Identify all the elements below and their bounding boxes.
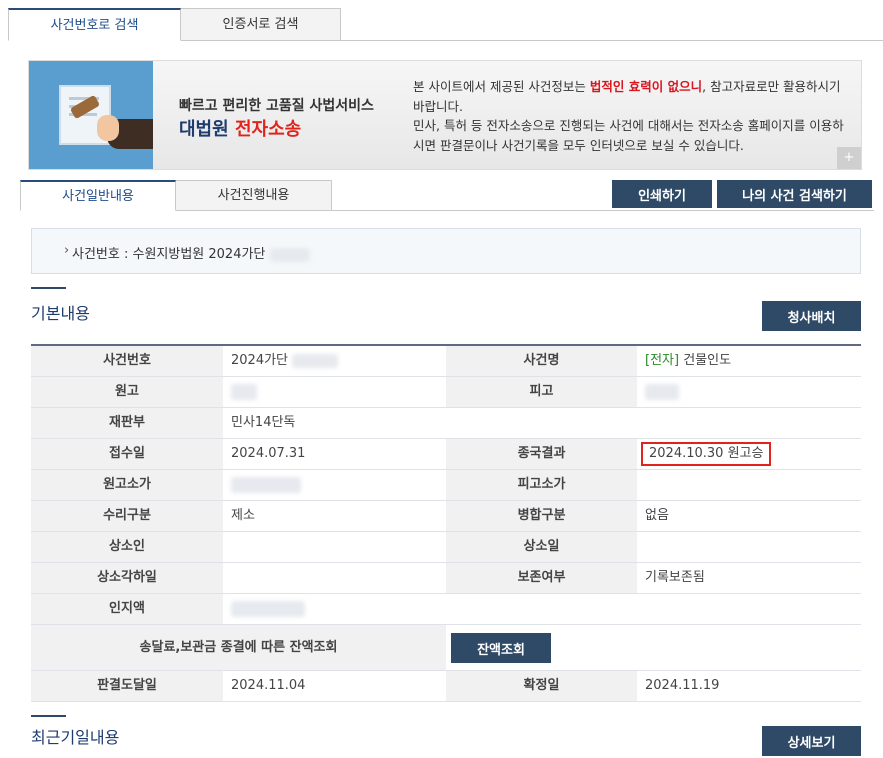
- finalized-date-value: 2024.11.19: [645, 678, 720, 693]
- plaintiff-claim-value: [223, 470, 446, 500]
- merge-type-label: 병합구분: [446, 501, 637, 531]
- case-number-label: 사건번호: [31, 346, 223, 376]
- table-row: 상소각하일 보존여부 기록보존됨: [31, 563, 861, 594]
- section-accent-line: [31, 287, 66, 289]
- print-button[interactable]: 인쇄하기: [612, 180, 712, 208]
- judgment-delivery-value: 2024.11.04: [231, 678, 306, 693]
- finalized-date-label: 확정일: [446, 671, 637, 701]
- empty-value: [637, 408, 861, 438]
- redacted-value: [231, 383, 257, 400]
- court-value: 민사14단독: [231, 415, 296, 430]
- defendant-claim-value-label: 피고소가: [446, 470, 637, 500]
- appellant-value: [223, 532, 446, 562]
- balance-inquiry-button[interactable]: 잔액조회: [451, 633, 551, 663]
- table-row: 재판부 민사14단독: [31, 408, 861, 439]
- section-accent-line: [31, 715, 66, 717]
- table-row: 판결도달일 2024.11.04 확정일 2024.11.19: [31, 671, 861, 702]
- redacted-value: [292, 353, 339, 368]
- highlighted-result: 2024.10.30 원고승: [641, 442, 772, 466]
- defendant-label: 피고: [446, 377, 637, 407]
- preservation-label: 보존여부: [446, 563, 637, 593]
- appeal-dismiss-date-value: [223, 563, 446, 593]
- legal-warning: 법적인 효력이 없으니: [589, 79, 703, 94]
- appeal-dismiss-date-label: 상소각하일: [31, 563, 223, 593]
- tab-certificate-search[interactable]: 인증서로 검색: [181, 8, 341, 41]
- table-row: 상소인 상소일: [31, 532, 861, 563]
- defendant-claim-value: [637, 470, 861, 500]
- hand-illustration: [97, 115, 119, 141]
- plaintiff-value: [223, 377, 446, 407]
- empty-label: [446, 408, 637, 438]
- banner-illustration: [29, 61, 153, 169]
- appellant-label: 상소인: [31, 532, 223, 562]
- appeal-date-value: [637, 532, 861, 562]
- case-number-value: 2024가단: [223, 346, 446, 376]
- tab-case-number-search[interactable]: 사건번호로 검색: [8, 8, 181, 41]
- stamp-fee-label: 인지액: [31, 594, 223, 624]
- ecourt-banner[interactable]: 빠르고 편리한 고품질 사법서비스 대법원 전자소송 본 사이트에서 제공된 사…: [28, 60, 862, 170]
- table-row: 송달료,보관금 종결에 따른 잔액조회 잔액조회: [31, 625, 861, 671]
- tab-case-general[interactable]: 사건일반내용: [20, 180, 176, 211]
- banner-title-line1: 빠르고 편리한 고품질 사법서비스: [179, 98, 374, 114]
- table-row: 접수일 2024.07.31 종국결과 2024.10.30 원고승: [31, 439, 861, 470]
- table-row: 인지액: [31, 594, 861, 625]
- bullet-icon: ›: [64, 243, 70, 258]
- plaintiff-claim-value-label: 원고소가: [31, 470, 223, 500]
- case-name-label: 사건명: [446, 346, 637, 376]
- preservation-value: 기록보존됨: [645, 570, 705, 585]
- receipt-date-label: 접수일: [31, 439, 223, 469]
- case-number-box: › 사건번호 : 수원지방법원 2024가단: [31, 228, 861, 274]
- merge-type-value: 없음: [645, 508, 669, 523]
- stamp-fee-value: [223, 594, 446, 624]
- my-case-search-button[interactable]: 나의 사건 검색하기: [717, 180, 872, 208]
- redacted-value: [231, 476, 301, 493]
- banner-title-line2: 대법원 전자소송: [179, 119, 302, 140]
- redacted-value: [231, 600, 305, 617]
- table-row: 원고소가 피고소가: [31, 470, 861, 501]
- appeal-date-label: 상소일: [446, 532, 637, 562]
- case-number-text: 사건번호 : 수원지방법원 2024가단: [72, 243, 310, 262]
- detail-view-button[interactable]: 상세보기: [762, 726, 861, 756]
- tab-case-progress[interactable]: 사건진행내용: [176, 180, 332, 211]
- court-label: 재판부: [31, 408, 223, 438]
- acceptance-type-label: 수리구분: [31, 501, 223, 531]
- empty-value: [637, 594, 861, 624]
- table-row: 원고 피고: [31, 377, 861, 408]
- judgment-delivery-label: 판결도달일: [31, 671, 223, 701]
- top-tabs: 사건번호로 검색 인증서로 검색: [8, 8, 883, 41]
- acceptance-type-value: 제소: [231, 508, 255, 523]
- case-info-table: 사건번호 2024가단 사건명 [전자] 건물인도 원고 피고 재판부 민사14…: [31, 344, 861, 702]
- redacted-case-number: [269, 247, 310, 262]
- section-title-recent: 최근기일내용: [31, 728, 120, 747]
- fee-balance-action: 잔액조회: [446, 625, 861, 670]
- case-name-value: [전자] 건물인도: [645, 353, 732, 368]
- receipt-date-value: 2024.07.31: [231, 446, 306, 461]
- final-result-value: 2024.10.30 원고승: [637, 439, 861, 469]
- plaintiff-label: 원고: [31, 377, 223, 407]
- defendant-value: [637, 377, 861, 407]
- plus-icon[interactable]: +: [837, 147, 861, 169]
- banner-description: 본 사이트에서 제공된 사건정보는 법적인 효력이 없으니, 참고자료로만 활용…: [413, 79, 844, 153]
- courthouse-layout-button[interactable]: 청사배치: [762, 301, 861, 331]
- redacted-value: [645, 383, 679, 400]
- section-title-basic: 기본내용: [31, 304, 90, 323]
- empty-label: [446, 594, 637, 624]
- table-row: 수리구분 제소 병합구분 없음: [31, 501, 861, 532]
- final-result-label: 종국결과: [446, 439, 637, 469]
- fee-balance-label: 송달료,보관금 종결에 따른 잔액조회: [31, 625, 446, 670]
- table-row: 사건번호 2024가단 사건명 [전자] 건물인도: [31, 346, 861, 377]
